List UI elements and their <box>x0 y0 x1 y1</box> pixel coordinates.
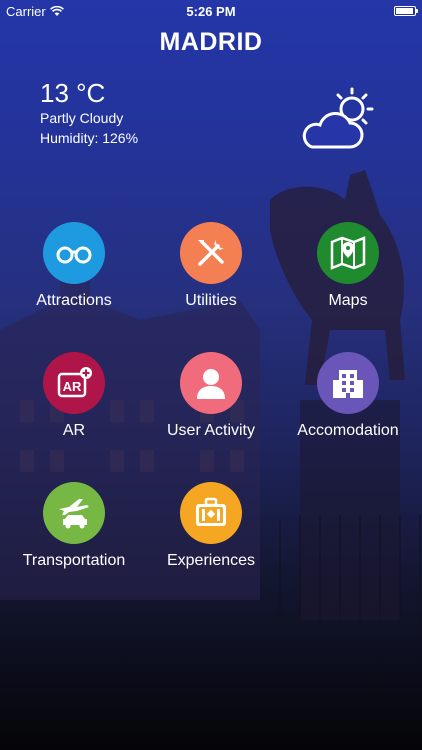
menu-item-attractions[interactable]: Attractions <box>9 222 139 310</box>
menu-item-ar[interactable]: AR AR <box>9 352 139 440</box>
battery-icon <box>394 6 418 16</box>
menu-item-user-activity[interactable]: User Activity <box>146 352 276 440</box>
user-icon <box>197 369 225 399</box>
transportation-circle <box>43 482 105 544</box>
user-activity-circle <box>180 352 242 414</box>
menu-label: Maps <box>328 292 368 309</box>
menu-label: AR <box>62 422 86 439</box>
menu-label: Transportation <box>22 552 126 569</box>
plane-car-icon <box>59 499 89 529</box>
tools-icon <box>198 240 224 266</box>
app-screen: Carrier 5:26 PM MADRID 13 °C Partly Clou… <box>0 0 422 750</box>
menu-label: Utilities <box>185 292 237 309</box>
status-time: 5:26 PM <box>186 3 236 19</box>
ar-icon: AR <box>57 367 92 398</box>
utilities-circle <box>180 222 242 284</box>
menu-label: Experiences <box>166 552 256 569</box>
menu-item-accomodation[interactable]: Accomodation <box>283 352 413 440</box>
weather-panel: 13 °C Partly Cloudy Humidity: 126% <box>40 78 138 148</box>
suitcase-icon <box>196 497 226 526</box>
partly-cloudy-icon <box>302 87 374 149</box>
menu-label: Accomodation <box>297 422 399 439</box>
battery-fill <box>396 8 414 14</box>
page-title: MADRID <box>159 28 263 56</box>
experiences-circle <box>180 482 242 544</box>
menu-label: Attractions <box>36 292 112 309</box>
building-icon <box>333 370 363 398</box>
maps-circle <box>317 222 379 284</box>
menu-item-transportation[interactable]: Transportation <box>9 482 139 570</box>
menu-item-experiences[interactable]: Experiences <box>146 482 276 570</box>
weather-condition: Partly Cloudy <box>40 110 124 126</box>
status-bar: Carrier 5:26 PM <box>0 0 422 22</box>
binoculars-icon <box>56 246 92 264</box>
svg-text:AR: AR <box>63 379 82 394</box>
ar-circle: AR <box>43 352 105 414</box>
weather-humidity: Humidity: 126% <box>40 130 139 146</box>
attractions-circle <box>43 222 105 284</box>
menu-item-utilities[interactable]: Utilities <box>146 222 276 310</box>
weather-temperature: 13 °C <box>40 78 106 108</box>
map-icon <box>330 236 366 270</box>
accomodation-circle <box>317 352 379 414</box>
menu-label: User Activity <box>166 422 255 439</box>
menu-item-maps[interactable]: Maps <box>283 222 413 310</box>
